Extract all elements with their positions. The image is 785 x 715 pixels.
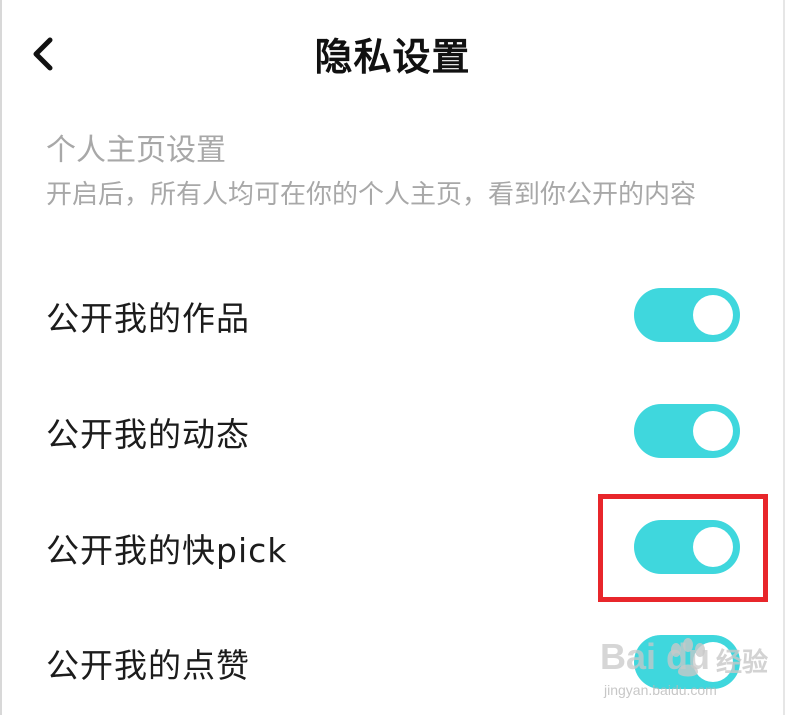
setting-label: 公开我的作品 <box>46 299 250 338</box>
watermark-url: jingyan.baidu.com <box>604 682 717 698</box>
privacy-settings-screen: 隐私设置 个人主页设置 开启后，所有人均可在你的个人主页，看到你公开的内容 公开… <box>0 0 785 715</box>
left-edge-divider <box>0 0 2 715</box>
setting-row-public-activity: 公开我的动态 <box>0 400 785 460</box>
watermark-brand: 经验 <box>716 648 769 678</box>
setting-label: 公开我的动态 <box>46 415 250 454</box>
setting-label: 公开我的点赞 <box>46 646 250 685</box>
toggle-public-works[interactable] <box>634 288 740 342</box>
setting-row-public-works: 公开我的作品 <box>0 284 785 344</box>
section-title: 个人主页设置 <box>46 133 226 168</box>
page-title: 隐私设置 <box>314 35 471 79</box>
toggle-public-activity[interactable] <box>634 404 740 458</box>
toggle-knob <box>693 411 733 451</box>
highlight-annotation-box <box>598 494 768 602</box>
setting-label: 公开我的快pick <box>46 531 288 570</box>
paw-icon <box>671 638 705 677</box>
baidu-watermark: Bai du 经验 jingyan.baidu.com <box>600 636 780 706</box>
toggle-knob <box>693 295 733 335</box>
section-description: 开启后，所有人均可在你的个人主页，看到你公开的内容 <box>46 180 697 210</box>
